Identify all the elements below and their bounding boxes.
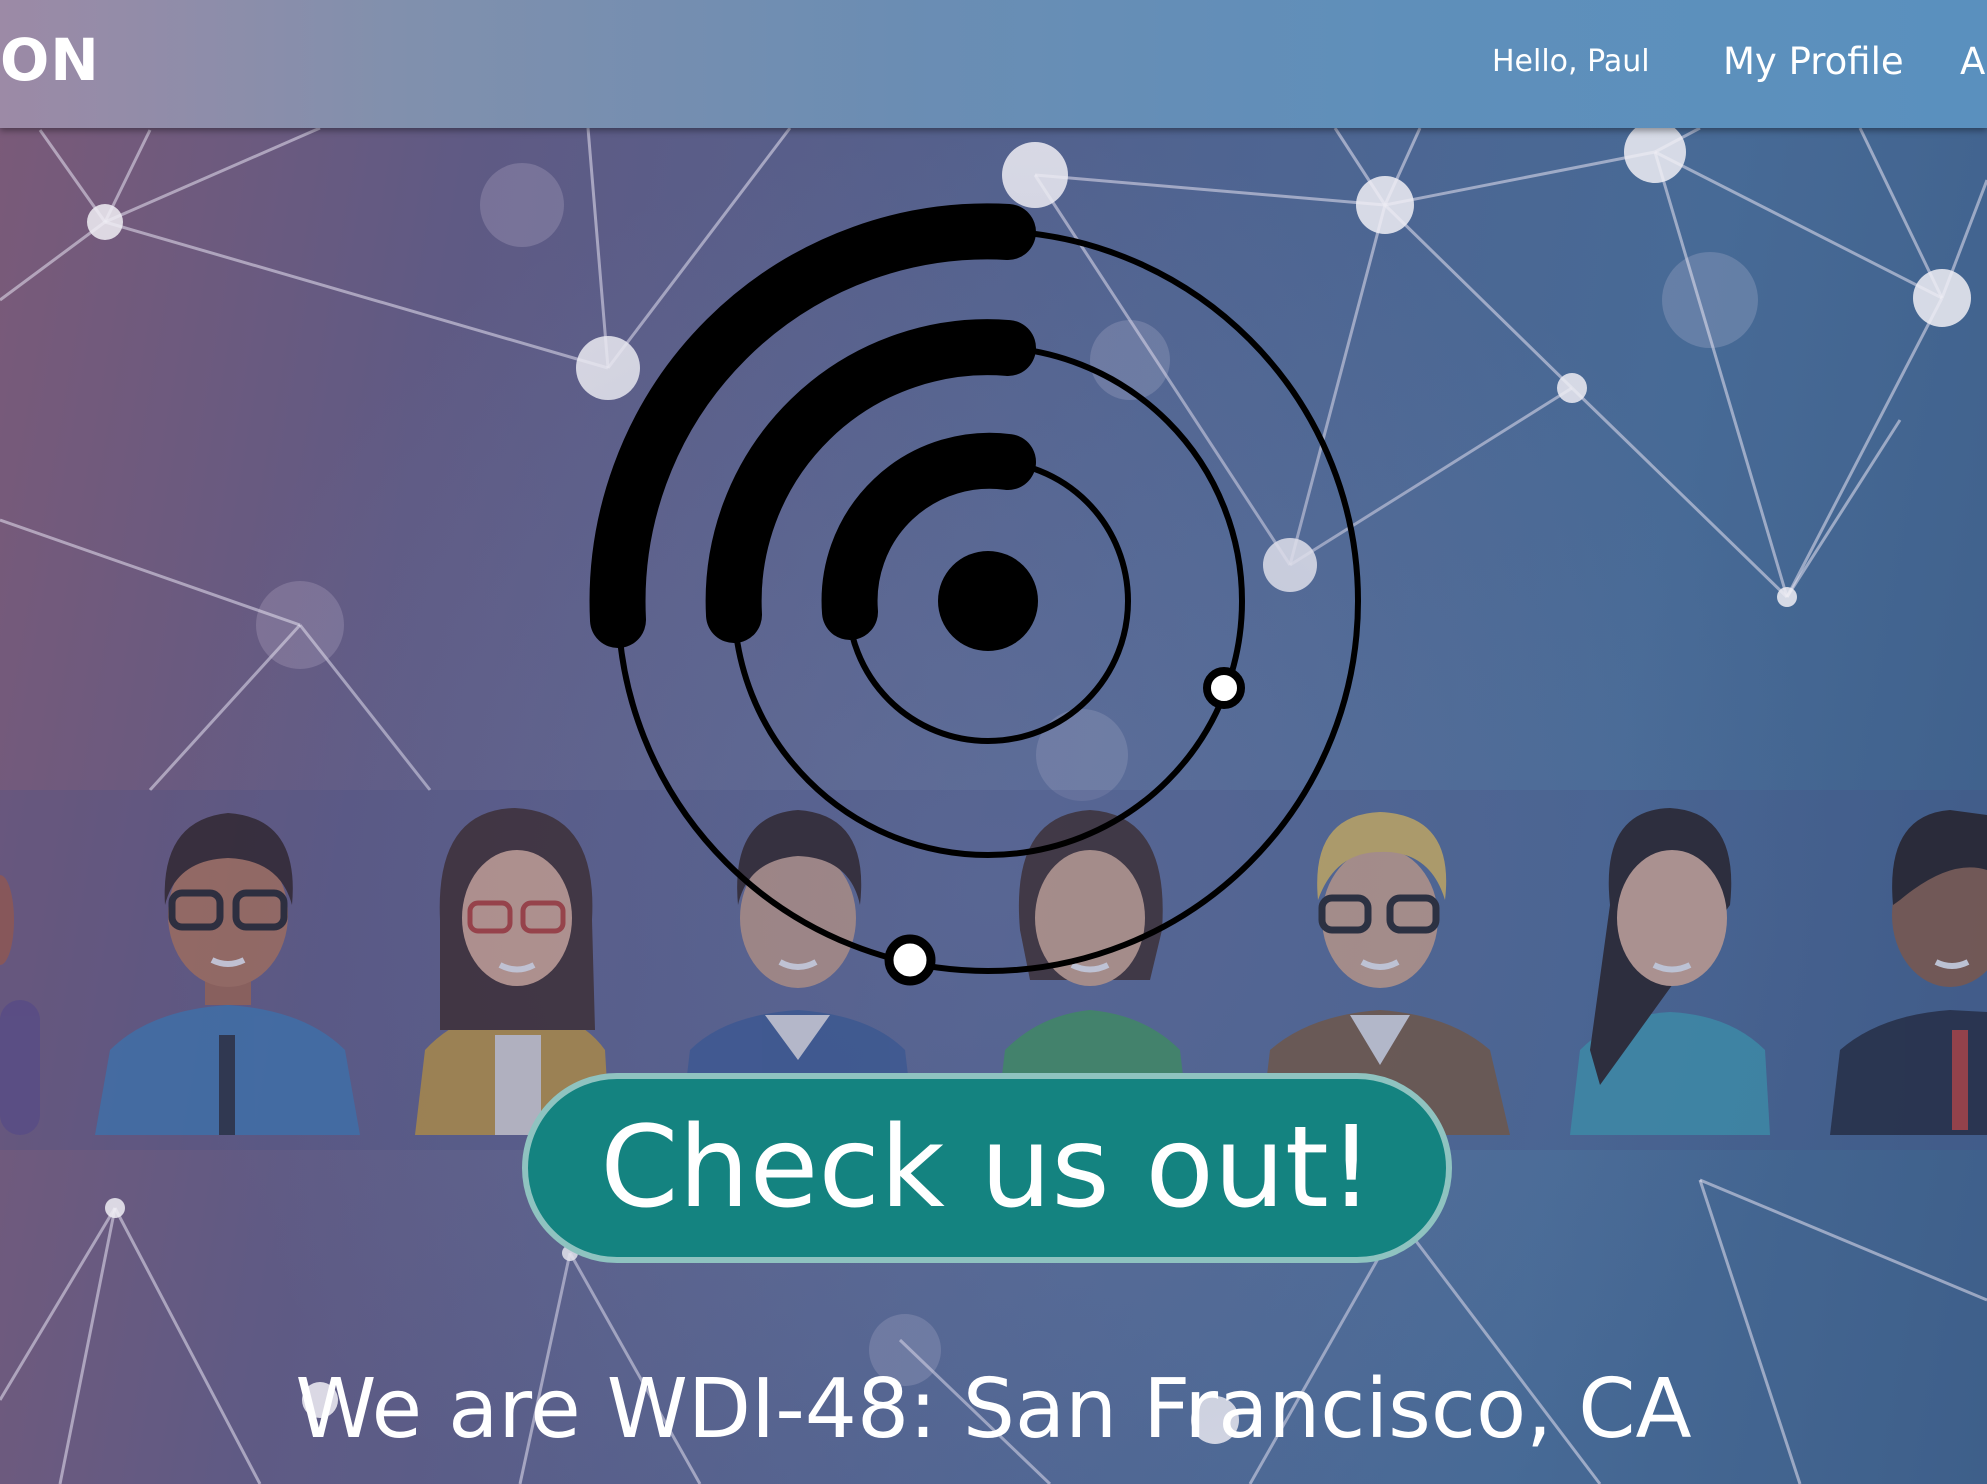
hero-tagline: We are WDI-48: San Francisco, CA [0,1362,1987,1457]
check-us-out-button[interactable]: Check us out! [522,1073,1452,1263]
nav-link-my-profile[interactable]: My Profile [1723,40,1904,83]
orbit-radar-logo-icon [589,203,1361,986]
top-navbar: ON Hello, Paul My Profile A [0,0,1987,128]
user-greeting: Hello, Paul [1492,44,1650,79]
nav-link-partial[interactable]: A [1960,40,1985,83]
hero-tagline-text: We are WDI-48: San Francisco, CA [295,1362,1692,1457]
landing-page: ON Hello, Paul My Profile A Check us out… [0,0,1987,1484]
nav-links: Hello, Paul My Profile A [0,0,1987,128]
